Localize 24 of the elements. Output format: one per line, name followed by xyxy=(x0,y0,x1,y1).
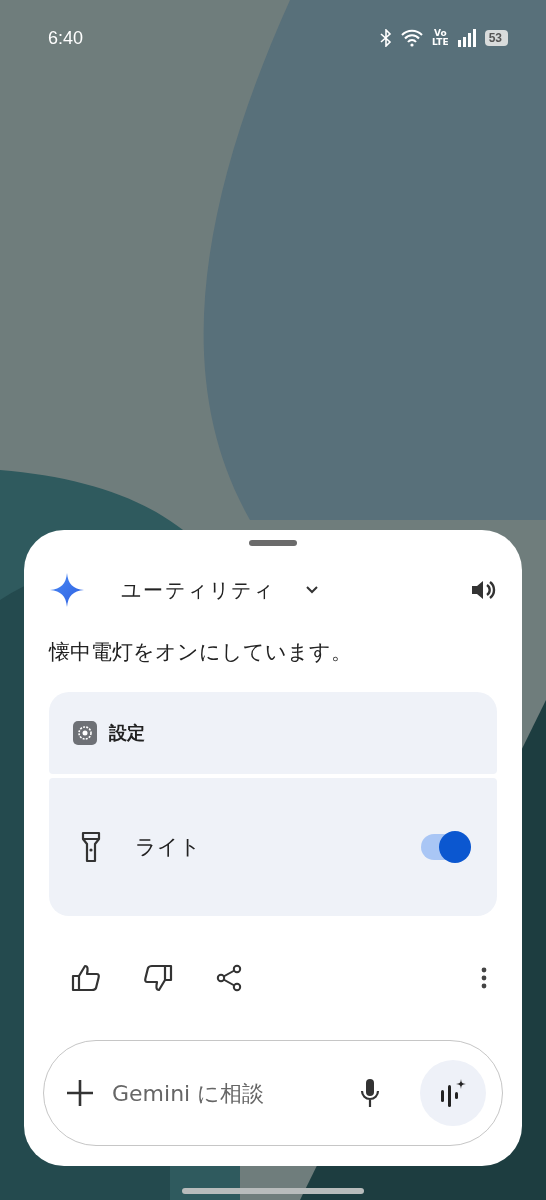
prompt-field[interactable]: Gemini に相談 xyxy=(110,1079,344,1107)
signal-icon xyxy=(456,29,477,47)
volte-label: Vo LTE xyxy=(432,29,449,47)
card-title: 設定 xyxy=(109,721,145,745)
bluetooth-icon xyxy=(380,29,393,47)
toggle-switch[interactable] xyxy=(421,834,469,860)
thumbs-down-icon[interactable] xyxy=(143,964,173,992)
sparkle-icon xyxy=(49,572,85,608)
battery-indicator: 53 xyxy=(484,30,508,46)
chevron-down-icon xyxy=(305,585,319,595)
settings-icon xyxy=(73,721,97,745)
clock: 6:40 xyxy=(48,27,84,49)
plus-icon[interactable] xyxy=(66,1079,94,1107)
category-dropdown[interactable]: ユーティリティ xyxy=(115,575,325,605)
wifi-icon xyxy=(400,29,425,47)
more-options-icon[interactable] xyxy=(481,967,487,989)
response-text: 懐中電灯をオンにしています。 xyxy=(49,639,353,666)
share-icon[interactable] xyxy=(215,964,243,992)
microphone-icon[interactable] xyxy=(360,1078,380,1108)
thumbs-up-icon[interactable] xyxy=(71,964,101,992)
setting-label: ライト xyxy=(135,834,201,861)
drag-handle[interactable] xyxy=(249,540,297,546)
speaker-icon[interactable] xyxy=(471,579,497,601)
flashlight-icon xyxy=(81,831,101,863)
